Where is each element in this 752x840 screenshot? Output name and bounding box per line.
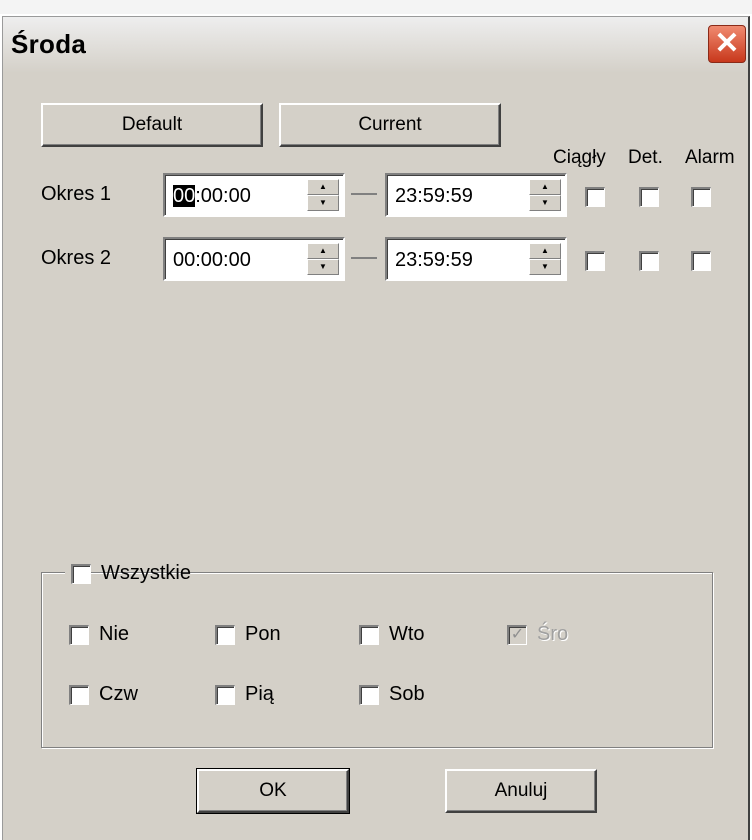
title-bar[interactable]: Środa ✕ [3, 17, 748, 73]
spin-down-icon[interactable]: ▼ [307, 259, 339, 275]
period-2-end-time[interactable]: 23:59:59 ▲ ▼ [385, 237, 567, 281]
close-button[interactable]: ✕ [708, 25, 746, 63]
period-1-end-spinner[interactable]: ▲ ▼ [529, 179, 561, 211]
spin-up-icon[interactable]: ▲ [529, 243, 561, 259]
sunday-checkbox[interactable] [69, 625, 89, 645]
current-button[interactable]: Current [279, 103, 501, 147]
period-2-start-time[interactable]: 00:00:00 ▲ ▼ [163, 237, 345, 281]
spin-down-icon[interactable]: ▼ [529, 195, 561, 211]
spin-down-icon[interactable]: ▼ [529, 259, 561, 275]
period-2-end-spinner[interactable]: ▲ ▼ [529, 243, 561, 275]
saturday-checkbox[interactable] [359, 685, 379, 705]
period-2-continuous-checkbox[interactable] [585, 251, 605, 271]
tuesday-checkbox[interactable] [359, 625, 379, 645]
selected-hour-segment: 00 [173, 185, 196, 207]
period-1-detection-checkbox[interactable] [639, 187, 659, 207]
end-time-text: 23:59:59 [395, 185, 473, 207]
period-1-alarm-checkbox[interactable] [691, 187, 711, 207]
period-1-label: Okres 1 [41, 183, 112, 205]
background-window-strip [0, 0, 752, 14]
saturday-label: Sob [389, 683, 425, 705]
cancel-button[interactable]: Anuluj [445, 769, 597, 813]
period-2-label: Okres 2 [41, 247, 112, 269]
spin-up-icon[interactable]: ▲ [307, 243, 339, 259]
monday-checkbox[interactable] [215, 625, 235, 645]
period-1-end-time[interactable]: 23:59:59 ▲ ▼ [385, 173, 567, 217]
ok-button[interactable]: OK [196, 768, 350, 814]
period-1-continuous-checkbox[interactable] [585, 187, 605, 207]
start-time-text: 00:00:00 [173, 249, 251, 271]
range-dash [351, 193, 377, 195]
all-days-checkbox[interactable] [71, 564, 91, 584]
period-2-detection-checkbox[interactable] [639, 251, 659, 271]
schedule-dialog: Środa ✕ Default Current Ciągły Det. Alar… [2, 16, 750, 840]
range-dash [351, 257, 377, 259]
end-time-text: 23:59:59 [395, 249, 473, 271]
monday-label: Pon [245, 623, 281, 645]
days-groupbox [41, 572, 713, 748]
wednesday-checkbox-checked-icon: ✓ [507, 625, 527, 645]
period-1-start-time[interactable]: 00:00:00 ▲ ▼ [163, 173, 345, 217]
wednesday-label: Śro [537, 623, 569, 645]
default-button[interactable]: Default [41, 103, 263, 147]
alarm-column-header: Alarm [685, 147, 735, 168]
sunday-label: Nie [99, 623, 130, 645]
thursday-checkbox[interactable] [69, 685, 89, 705]
continuous-column-header: Ciągły [553, 147, 606, 168]
period-2-alarm-checkbox[interactable] [691, 251, 711, 271]
all-days-legend: Wszystkie [65, 562, 191, 588]
period-2-start-spinner[interactable]: ▲ ▼ [307, 243, 339, 275]
start-time-rest: :00:00 [195, 185, 251, 207]
all-days-label: Wszystkie [101, 562, 191, 584]
detection-column-header: Det. [628, 147, 663, 168]
thursday-label: Czw [99, 683, 138, 705]
dialog-title: Środa [11, 29, 87, 59]
tuesday-label: Wto [389, 623, 425, 645]
spin-up-icon[interactable]: ▲ [529, 179, 561, 195]
close-icon: ✕ [714, 27, 740, 60]
friday-label: Pią [245, 683, 274, 705]
period-1-start-spinner[interactable]: ▲ ▼ [307, 179, 339, 211]
spin-up-icon[interactable]: ▲ [307, 179, 339, 195]
spin-down-icon[interactable]: ▼ [307, 195, 339, 211]
friday-checkbox[interactable] [215, 685, 235, 705]
